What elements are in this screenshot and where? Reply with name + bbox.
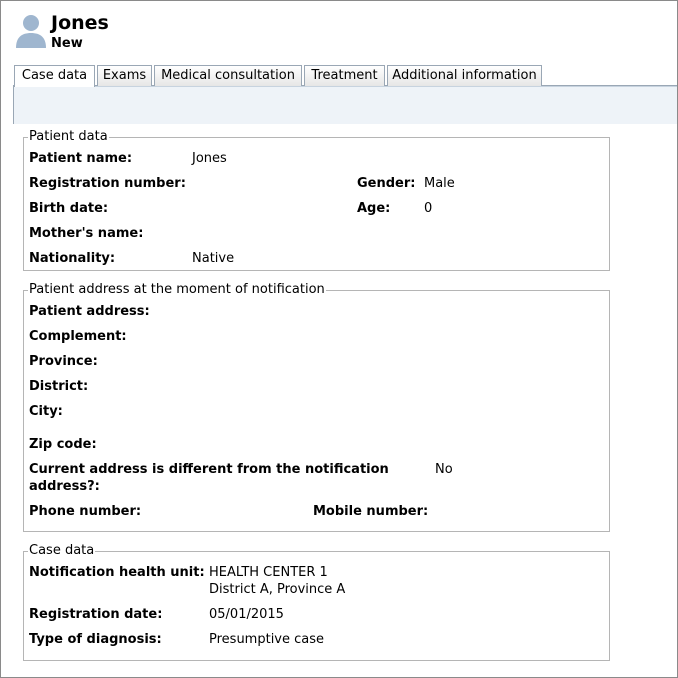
tab-treatment[interactable]: Treatment [304,65,385,86]
gender-label: Gender: [357,176,416,191]
diagnosis-type-value: Presumptive case [209,632,325,647]
gender-value: Male [424,176,455,191]
tab-exams[interactable]: Exams [97,65,152,86]
case-data-group: Case data Notification health unit: HEAL… [23,543,610,661]
patient-address-label: Patient address: [29,304,150,319]
patient-header: Jones New [1,1,677,63]
address-different-value: No [435,462,453,477]
patient-name-value: Jones [192,151,227,166]
address-different-label-line2: address?: [29,479,100,494]
tab-medical-consultation[interactable]: Medical consultation [154,65,302,86]
mobile-number-label: Mobile number: [313,504,429,519]
age-value: 0 [424,201,433,216]
complement-label: Complement: [29,329,127,344]
tab-panel-strip [13,86,677,124]
nationality-label: Nationality: [29,251,116,266]
age-label: Age: [357,201,391,216]
notification-unit-label: Notification health unit: [29,565,205,580]
district-label: District: [29,379,89,394]
case-data-legend: Case data [28,543,96,559]
nationality-value: Native [192,251,235,266]
patient-data-group: Patient data Patient name: Jones Registr… [23,129,610,271]
registration-date-value: 05/01/2015 [209,607,284,622]
mother-name-label: Mother's name: [29,226,144,241]
registration-number-label: Registration number: [29,176,186,191]
birth-date-label: Birth date: [29,201,109,216]
registration-date-label: Registration date: [29,607,163,622]
patient-address-group: Patient address at the moment of notific… [23,282,610,532]
tab-case-data[interactable]: Case data [14,65,95,87]
case-status: New [51,36,83,51]
case-window: Jones New Case data Exams Medical consul… [0,0,678,678]
zip-code-label: Zip code: [29,437,97,452]
diagnosis-type-label: Type of diagnosis: [29,632,162,647]
notification-unit-location: District A, Province A [209,582,346,597]
tab-additional-information[interactable]: Additional information [387,65,542,86]
patient-data-legend: Patient data [28,129,109,145]
province-label: Province: [29,354,98,369]
phone-number-label: Phone number: [29,504,142,519]
patient-name-label: Patient name: [29,151,133,166]
user-avatar-icon [16,15,46,48]
notification-unit-name: HEALTH CENTER 1 [209,565,328,580]
city-label: City: [29,404,63,419]
tab-bar: Case data Exams Medical consultation Tre… [1,65,677,87]
patient-title: Jones [51,12,109,34]
patient-address-legend: Patient address at the moment of notific… [28,282,326,298]
address-different-label-line1: Current address is different from the no… [29,462,389,477]
